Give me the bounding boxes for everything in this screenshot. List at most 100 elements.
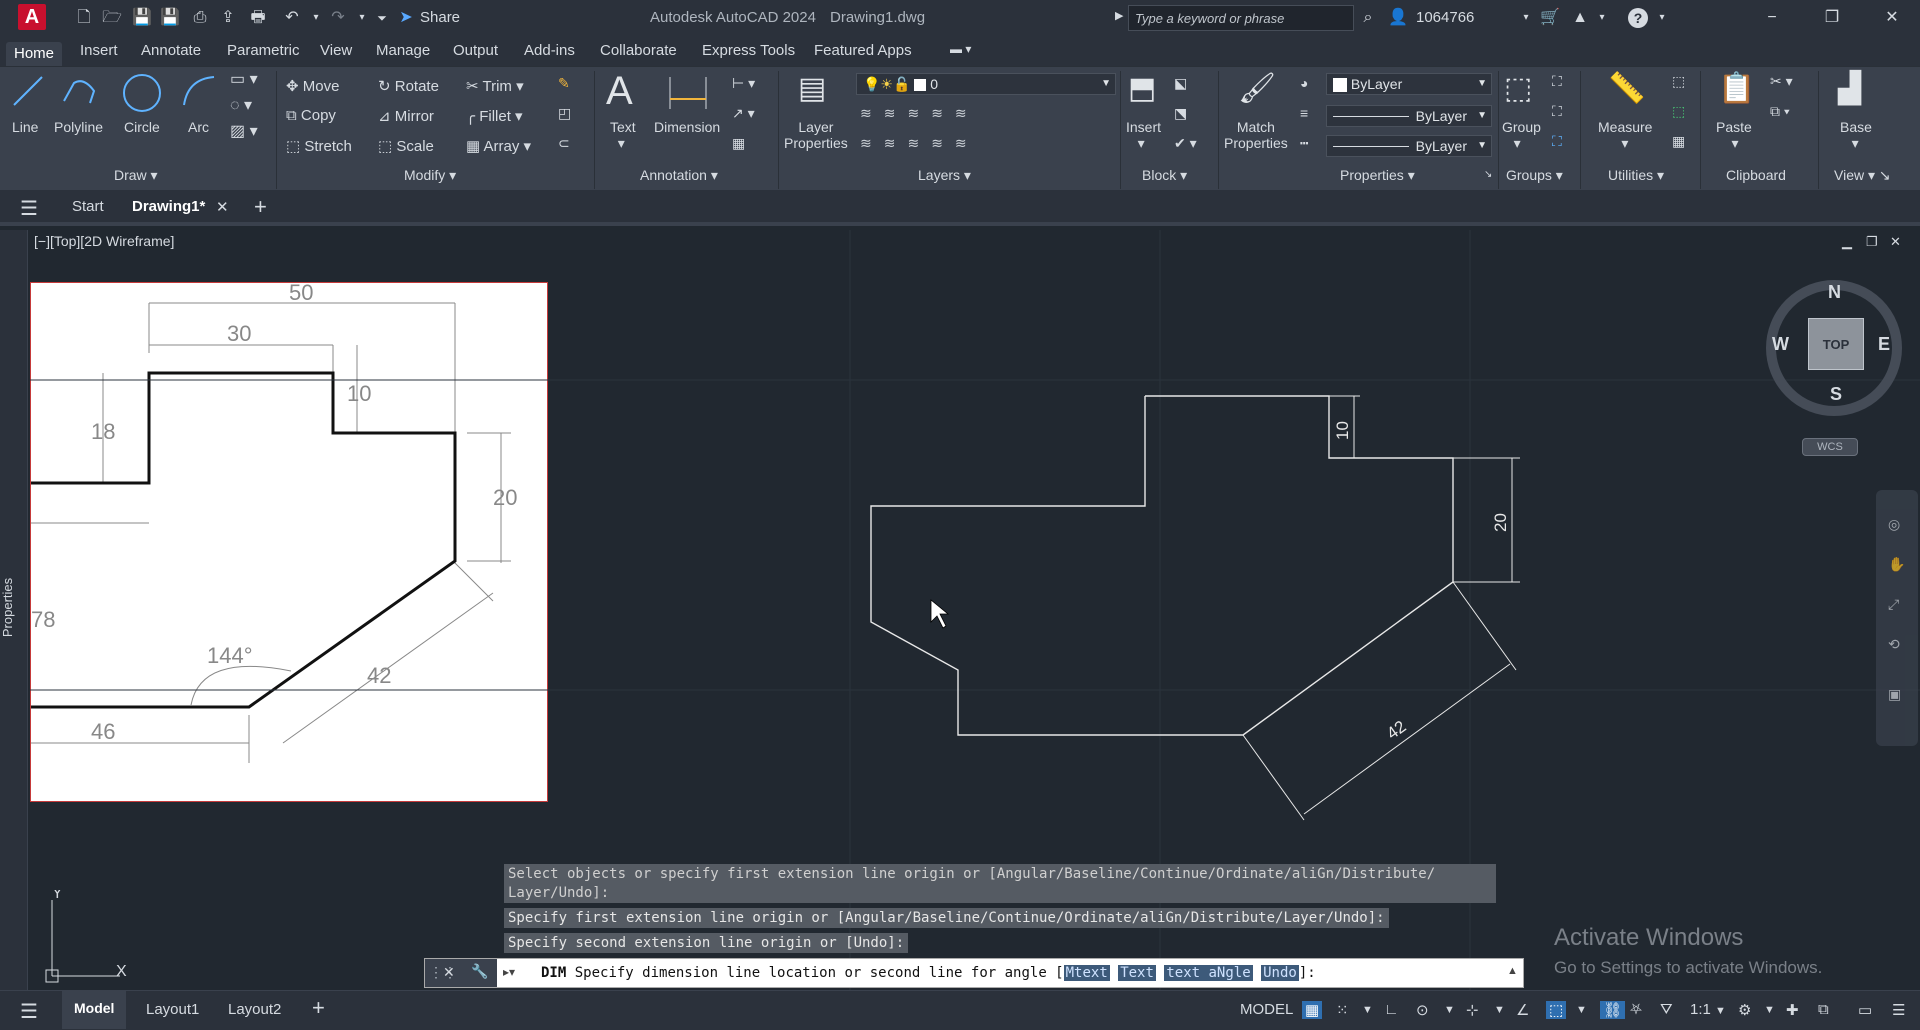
user-dropdown-icon[interactable]: ▾: [1516, 8, 1536, 28]
command-scroll-up-icon[interactable]: ▲: [1507, 965, 1518, 977]
dim-10-label[interactable]: 10: [1333, 421, 1352, 440]
text-button[interactable]: Text ▾: [610, 119, 636, 152]
dimension-button[interactable]: Dimension: [654, 119, 720, 135]
layer-properties-button[interactable]: Layer Properties: [784, 119, 848, 151]
share-icon[interactable]: ➤: [396, 8, 416, 28]
object-snap-icon[interactable]: ⬚: [1546, 1001, 1567, 1019]
edit-block-icon[interactable]: ⬔: [1174, 105, 1187, 122]
quick-select-icon[interactable]: ⬚: [1672, 73, 1685, 90]
lineweight-combo[interactable]: ByLayer ▼: [1326, 135, 1492, 157]
tab-collaborate[interactable]: Collaborate: [600, 42, 677, 59]
plot-icon[interactable]: 🖶: [248, 8, 268, 28]
open-icon[interactable]: 🗁: [102, 8, 122, 28]
calculator-icon[interactable]: ▦: [1672, 133, 1685, 150]
fillet-button[interactable]: ╭ Fillet ▾: [466, 107, 523, 125]
line-button[interactable]: Line: [12, 119, 38, 135]
annotation-monitor-icon[interactable]: ✚: [1786, 1001, 1799, 1019]
move-button[interactable]: ✥ Move: [286, 77, 339, 95]
trim-button[interactable]: ✂ Trim ▾: [466, 77, 524, 95]
option-text[interactable]: Text: [1118, 965, 1156, 981]
grid-icon[interactable]: ▦: [1302, 1001, 1323, 1019]
array-button[interactable]: ▦ Array ▾: [466, 137, 531, 155]
pan-icon[interactable]: ✋: [1888, 556, 1905, 573]
create-block-icon[interactable]: ⬕: [1174, 75, 1187, 92]
annotation-scale-value[interactable]: 1:1 ▼: [1690, 1001, 1726, 1018]
new-icon[interactable]: 🗋: [74, 8, 94, 28]
linear-dim-icon[interactable]: ⊢ ▾: [732, 75, 755, 92]
expand-arrow-icon[interactable]: ▶: [1115, 9, 1123, 22]
compass-e[interactable]: E: [1878, 334, 1890, 355]
customize-status-icon[interactable]: ☰: [1892, 1001, 1905, 1019]
cart-icon[interactable]: 🛒: [1540, 8, 1560, 28]
new-layout-icon[interactable]: +: [312, 995, 325, 1021]
erase-icon[interactable]: ✎: [558, 75, 570, 92]
tab-parametric[interactable]: Parametric: [227, 42, 300, 59]
isodraft-icon[interactable]: ⊹: [1466, 1001, 1479, 1019]
ungroup-icon[interactable]: ⛶: [1552, 73, 1562, 90]
measure-button[interactable]: Measure ▾: [1598, 119, 1652, 152]
search-input[interactable]: Type a keyword or phrase: [1128, 5, 1354, 31]
command-line[interactable]: ⋮⋮ ✕ 🔧 ▸▾ DIM Specify dimension line loc…: [424, 958, 1524, 988]
annotation-scale-icon[interactable]: ⛛: [1660, 1001, 1673, 1018]
color-combo[interactable]: ByLayer ▼: [1326, 73, 1492, 95]
autodesk-dropdown-icon[interactable]: ▾: [1592, 8, 1612, 28]
tab-add-ins[interactable]: Add-ins: [524, 42, 575, 59]
paste-button[interactable]: Paste ▾: [1716, 119, 1752, 152]
panel-draw[interactable]: Draw ▾: [114, 167, 158, 184]
circle-button[interactable]: Circle: [124, 119, 160, 135]
workspace-gear-icon[interactable]: ⚙: [1738, 1001, 1751, 1019]
linetype-icon[interactable]: ┅: [1300, 135, 1308, 152]
tab-home[interactable]: Home: [6, 42, 63, 66]
tab-drawing1[interactable]: Drawing1*: [132, 198, 205, 215]
base-button[interactable]: Base ▾: [1840, 119, 1872, 152]
tab-layout2[interactable]: Layout2: [228, 1001, 281, 1018]
polar-icon[interactable]: ⊙: [1416, 1001, 1429, 1019]
polar-dropdown-icon[interactable]: ▼: [1444, 1004, 1455, 1016]
snap-icon[interactable]: ⁙: [1336, 1001, 1349, 1019]
orbit-icon[interactable]: ⟲: [1888, 636, 1900, 653]
undo-dropdown-icon[interactable]: ▾: [306, 8, 326, 28]
stretch-button[interactable]: ⬚ Stretch: [286, 137, 352, 155]
new-tab-icon[interactable]: +: [254, 194, 267, 220]
group-select-icon[interactable]: ⛶: [1552, 133, 1562, 150]
compass-s[interactable]: S: [1830, 384, 1842, 405]
panel-utilities[interactable]: Utilities ▾: [1608, 167, 1664, 184]
autodesk-app-icon[interactable]: ▲: [1570, 8, 1590, 28]
group-button[interactable]: Group ▾: [1502, 119, 1541, 152]
object-snap-tracking-icon[interactable]: ∠: [1516, 1001, 1529, 1019]
close-window-icon[interactable]: ✕: [1882, 8, 1902, 28]
tab-manage[interactable]: Manage: [376, 42, 430, 59]
compass-w[interactable]: W: [1772, 334, 1789, 355]
line-icon[interactable]: [10, 73, 46, 109]
tab-model[interactable]: Model: [62, 991, 127, 1029]
redo-dropdown-icon[interactable]: ▾: [352, 8, 372, 28]
osnap-dropdown-icon[interactable]: ▼: [1576, 1004, 1587, 1016]
save-icon[interactable]: 💾: [132, 8, 152, 28]
arc-icon[interactable]: [180, 73, 220, 109]
color-wheel-icon[interactable]: ◕: [1300, 75, 1308, 91]
steering-wheel-icon[interactable]: ◎: [1888, 516, 1900, 533]
rotate-button[interactable]: ↻ Rotate: [378, 77, 439, 95]
dim-20-label[interactable]: 20: [1491, 513, 1510, 532]
select-all-icon[interactable]: ⬚: [1672, 103, 1685, 120]
leader-icon[interactable]: ↗ ▾: [732, 105, 755, 122]
dimension-icon[interactable]: [664, 71, 712, 115]
layout-menu-icon[interactable]: ☰: [20, 999, 38, 1024]
app-menu-button[interactable]: A: [18, 4, 46, 30]
command-customize-icon[interactable]: 🔧: [471, 963, 488, 980]
ortho-icon[interactable]: ∟: [1384, 1001, 1399, 1018]
option-mtext[interactable]: Mtext: [1063, 965, 1110, 981]
panel-properties[interactable]: Properties ▾: [1340, 167, 1415, 184]
undo-icon[interactable]: ↶: [282, 8, 302, 28]
layer-tools-row1-icon[interactable]: ≋≋≋≋≋: [860, 105, 979, 122]
viewcube-top-face[interactable]: TOP: [1808, 318, 1864, 370]
polyline-icon[interactable]: [60, 73, 100, 109]
gradient-icon[interactable]: ▨ ▾: [230, 121, 258, 141]
tab-output[interactable]: Output: [453, 42, 498, 59]
restore-icon[interactable]: ❐: [1822, 8, 1842, 28]
clean-screen-icon[interactable]: ▭: [1858, 1001, 1872, 1019]
share-button[interactable]: Share: [420, 9, 460, 26]
minimize-icon[interactable]: −: [1762, 8, 1782, 28]
customize-qat-icon[interactable]: ⏷: [372, 8, 392, 28]
scale-button[interactable]: ⬚ Scale: [378, 137, 434, 155]
